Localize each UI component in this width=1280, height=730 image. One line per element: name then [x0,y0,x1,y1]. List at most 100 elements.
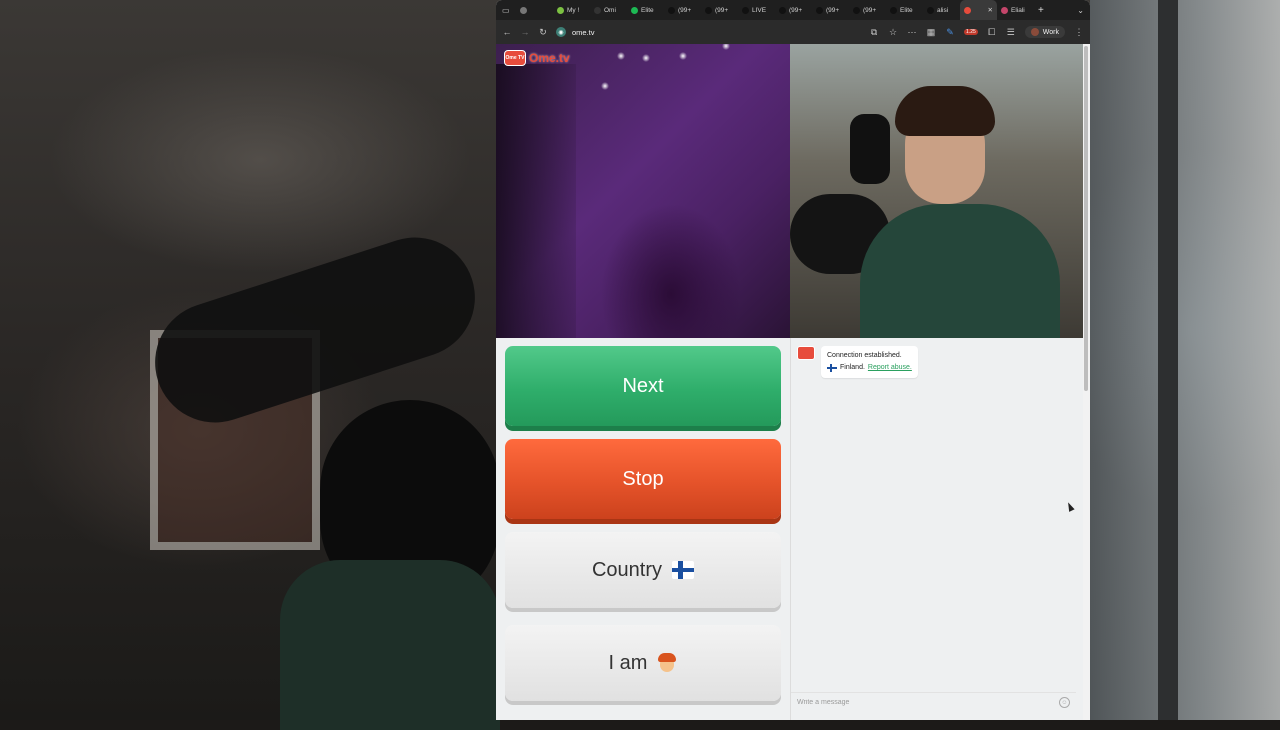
site-info-icon[interactable]: ◉ [556,27,566,37]
self-body [860,204,1060,338]
next-button[interactable]: Next [505,346,781,426]
emoji-picker-icon[interactable]: ☺ [1059,697,1070,708]
back-icon[interactable]: ← [502,27,512,37]
tiktok-icon [927,6,934,14]
connection-status: Connection established. [827,352,902,359]
browser-toolbar: ← → ↻ ◉ ome.tv ⧉ ☆ ⋯ ▦ ✎ 1.25 ⧠ ☰ Work ⋮ [496,20,1090,44]
tab-label: Elite [641,6,654,14]
tab-favicon-icon [1001,6,1008,14]
browser-tab[interactable]: (99+ [775,0,812,20]
gender-button[interactable]: I am [505,625,781,701]
stop-label: Stop [622,467,664,490]
tab-label: Eliali [1011,6,1025,14]
finland-flag-icon [672,561,695,579]
finland-flag-icon [827,364,837,372]
tab-label: Elite [900,6,913,14]
gender-label: I am [608,651,648,674]
ometv-page: Ome TV Ome.tv Next Stop Country I am Con… [496,44,1090,720]
page-scrollbar[interactable] [1083,44,1090,720]
new-tab-icon[interactable]: + [1038,5,1044,16]
self-hair [895,86,995,136]
system-message: Connection established. Finland. Report … [797,346,918,378]
browser-tab[interactable]: My ! [553,0,590,20]
toolbar-actions: ⧉ ☆ ⋯ ▦ ✎ 1.25 ⧠ ☰ Work ⋮ [869,26,1084,38]
tiktok-icon [668,6,675,14]
profile-button[interactable]: Work [1024,26,1065,38]
tab-label: (99+ [678,6,692,14]
profile-label: Work [1042,28,1059,36]
browser-tab[interactable]: Eliali [997,0,1034,20]
extension-badge[interactable]: 1.25 [964,29,978,35]
country-line: Finland. Report abuse. [827,362,912,374]
message-bubble: Connection established. Finland. Report … [821,346,918,378]
browser-tab[interactable]: (99+ [664,0,701,20]
headphones [850,114,890,184]
extension-pen-icon[interactable]: ✎ [945,27,955,38]
tab-label: My ! [567,6,580,14]
browser-tab[interactable]: Elite [627,0,664,20]
browser-tab[interactable]: Elite [886,0,923,20]
browser-tab[interactable]: (99+ [849,0,886,20]
tab-favicon-icon [557,6,564,14]
tab-label: alisi [937,6,949,14]
tab-favicon-icon [631,6,638,14]
tab-label: (99+ [863,6,877,14]
tiktok-icon [853,6,860,14]
tab-label: (99+ [826,6,840,14]
tab-favicon-icon [520,6,527,14]
bookmark-star-icon[interactable]: ☆ [888,27,898,38]
browser-menu-icon[interactable]: ⋮ [1074,27,1084,38]
profile-avatar [1030,28,1039,36]
background-person [280,560,500,730]
extensions-puzzle-icon[interactable]: ⧠ [987,27,997,38]
country-name: Finland. [840,364,865,371]
browser-tab[interactable] [516,0,553,20]
report-abuse-link[interactable]: Report abuse. [868,362,912,374]
forward-icon[interactable]: → [520,27,530,37]
country-button[interactable]: Country [505,532,781,608]
logo-text: Ome.tv [529,51,570,65]
tab-favicon-icon [594,6,601,14]
message-input[interactable] [797,699,1059,706]
browser-tab[interactable]: alisi [923,0,960,20]
tiktok-icon [816,6,823,14]
browser-tab[interactable]: (99+ [701,0,738,20]
remote-video: Ome TV Ome.tv [496,44,790,338]
chat-input-row: ☺ [791,692,1076,712]
reload-icon[interactable]: ↻ [538,27,548,38]
tv-icon: Ome TV [504,50,526,66]
ometv-logo[interactable]: Ome TV Ome.tv [504,50,570,66]
browser-tab[interactable]: LIVE [738,0,775,20]
background-pole [1158,0,1178,720]
remote-video-shadow [496,64,576,338]
tab-label: LIVE [752,6,767,14]
tiktok-icon [779,6,786,14]
recording-icon [964,6,971,14]
reading-list-icon[interactable]: ☰ [1006,27,1016,38]
tiktok-icon [742,6,749,14]
tab-close-icon[interactable]: ✕ [988,6,993,14]
browser-tab[interactable]: Omi [590,0,627,20]
address-bar[interactable]: ◉ ome.tv [556,24,861,40]
tab-bar: ▭ My ! Omi Elite (99+ (99+ LIVE (99+ (99… [496,0,1090,20]
next-label: Next [622,374,664,397]
tab-search-icon[interactable]: ▭ [502,6,516,15]
browser-tab[interactable]: (99+ [812,0,849,20]
self-video [790,44,1083,338]
extension-icon[interactable]: ▦ [926,27,936,38]
tab-label: (99+ [715,6,729,14]
ometv-chat-icon [797,346,815,360]
country-label: Country [591,558,663,581]
tab-list-chevron-icon[interactable]: ⌄ [1077,6,1084,15]
install-app-icon[interactable]: ⧉ [869,27,879,38]
scrollbar-thumb[interactable] [1084,46,1088,391]
person-emoji-icon [657,652,677,674]
browser-window: ▭ My ! Omi Elite (99+ (99+ LIVE (99+ (99… [496,0,1090,720]
browser-tab-active[interactable]: ✕ [960,0,997,20]
chat-panel: Connection established. Finland. Report … [790,338,1076,720]
stop-button[interactable]: Stop [505,439,781,519]
more-extensions-icon[interactable]: ⋯ [907,27,917,38]
tab-label: (99+ [789,6,803,14]
background-window [1090,0,1280,720]
url-text[interactable]: ome.tv [572,28,595,37]
